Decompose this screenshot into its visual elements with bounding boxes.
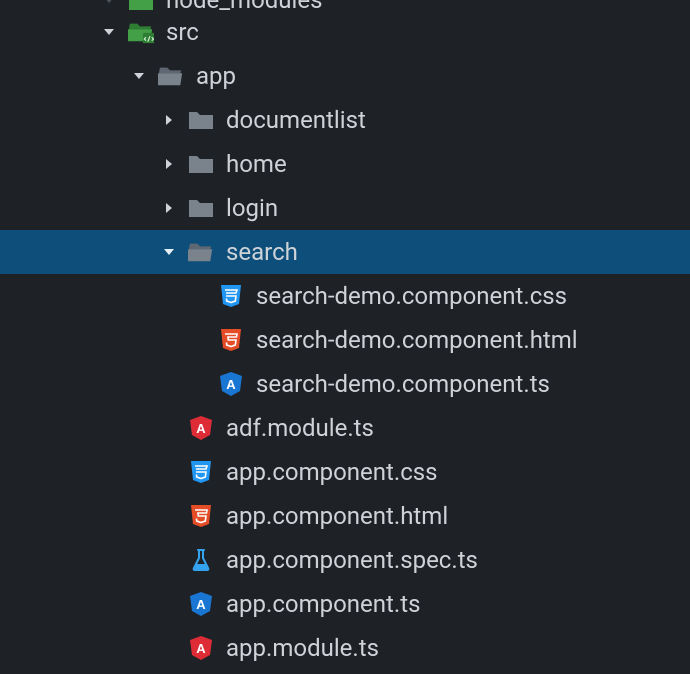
css-icon (188, 459, 214, 485)
tree-item[interactable]: app (0, 54, 690, 98)
tree-item-label: documentlist (226, 108, 366, 132)
tree-item[interactable]: node_modules (0, 0, 690, 10)
indent (0, 0, 100, 1)
chevron-down-icon (100, 0, 118, 9)
tree-item-label: search (226, 240, 298, 264)
tree-item-label: search-demo.component.ts (256, 372, 550, 396)
indent (0, 76, 130, 77)
svg-text:A: A (196, 421, 206, 436)
indent (0, 32, 100, 33)
folder-icon (188, 107, 214, 133)
chevron-right-icon[interactable] (160, 111, 178, 129)
html-icon (218, 327, 244, 353)
indent (0, 340, 190, 341)
flask-spec-icon (188, 547, 214, 573)
angular-module-icon: A (188, 635, 214, 661)
tree-item[interactable]: A app.module.ts (0, 626, 690, 670)
folder-icon (188, 195, 214, 221)
tree-item-label: adf.module.ts (226, 416, 374, 440)
indent (0, 428, 160, 429)
tree-item-label: app.component.spec.ts (226, 548, 478, 572)
tree-item-label: login (226, 196, 278, 220)
svg-text:A: A (196, 641, 206, 656)
css-icon (218, 283, 244, 309)
angular-module-icon: A (188, 415, 214, 441)
tree-item[interactable]: home (0, 142, 690, 186)
tree-item-label: app.module.ts (226, 636, 379, 660)
tree-item-label: search-demo.component.html (256, 328, 578, 352)
tree-item[interactable]: documentlist (0, 98, 690, 142)
angular-component-icon: A (188, 591, 214, 617)
chevron-right-icon[interactable] (160, 155, 178, 173)
chevron-down-icon[interactable] (160, 243, 178, 261)
tree-item-label: search-demo.component.css (256, 284, 567, 308)
indent (0, 120, 160, 121)
svg-text:A: A (196, 597, 206, 612)
svg-text:A: A (226, 377, 236, 392)
tree-item-label: app (196, 64, 236, 88)
folder-icon (188, 151, 214, 177)
tree-item-label: app.component.css (226, 460, 438, 484)
indent (0, 560, 160, 561)
indent (0, 472, 160, 473)
indent (0, 296, 190, 297)
indent (0, 648, 160, 649)
chevron-right-icon[interactable] (160, 199, 178, 217)
indent (0, 384, 190, 385)
folder-green-icon (128, 0, 154, 13)
tree-item[interactable]: A search-demo.component.ts (0, 362, 690, 406)
tree-item[interactable]: src (0, 10, 690, 54)
tree-item[interactable]: app.component.css (0, 450, 690, 494)
folder-open-icon (158, 63, 184, 89)
html-icon (188, 503, 214, 529)
tree-item-label: home (226, 152, 287, 176)
chevron-down-icon[interactable] (100, 23, 118, 41)
file-tree: node_modules src app (0, 0, 690, 670)
tree-item[interactable]: login (0, 186, 690, 230)
tree-item-label: app.component.ts (226, 592, 420, 616)
indent (0, 252, 160, 253)
tree-item-label: node_modules (166, 0, 322, 12)
indent (0, 164, 160, 165)
indent (0, 208, 160, 209)
tree-item[interactable]: app.component.html (0, 494, 690, 538)
tree-item-label: app.component.html (226, 504, 448, 528)
tree-item[interactable]: search-demo.component.css (0, 274, 690, 318)
tree-item[interactable]: A adf.module.ts (0, 406, 690, 450)
indent (0, 604, 160, 605)
tree-item-label: src (166, 20, 199, 44)
folder-green-code-icon (128, 19, 154, 45)
tree-item[interactable]: search-demo.component.html (0, 318, 690, 362)
chevron-down-icon[interactable] (130, 67, 148, 85)
indent (0, 516, 160, 517)
tree-item[interactable]: A app.component.ts (0, 582, 690, 626)
tree-item[interactable]: app.component.spec.ts (0, 538, 690, 582)
tree-item[interactable]: search (0, 230, 690, 274)
angular-component-icon: A (218, 371, 244, 397)
folder-open-icon (188, 239, 214, 265)
